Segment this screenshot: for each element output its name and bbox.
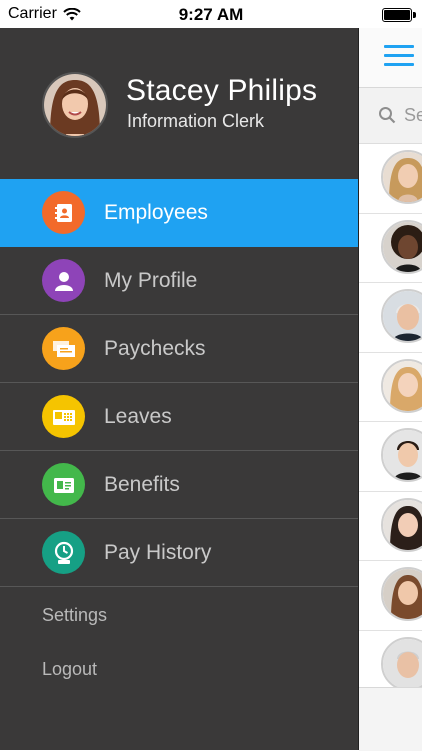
search-icon <box>379 107 396 124</box>
menu-item-pay-history[interactable]: Pay History <box>0 519 358 587</box>
employee-avatar <box>381 636 422 691</box>
employee-avatar <box>381 289 422 343</box>
menu-item-employees[interactable]: Employees <box>0 179 358 247</box>
employee-avatar <box>381 428 422 482</box>
bottom-toolbar <box>359 687 422 751</box>
list-item[interactable] <box>359 353 422 422</box>
menu-item-benefits[interactable]: Benefits <box>0 451 358 519</box>
menu-item-paychecks[interactable]: Paychecks <box>0 315 358 383</box>
list-item[interactable] <box>359 561 422 631</box>
logout-link[interactable]: Logout <box>42 659 97 680</box>
menu-label-pay-history: Pay History <box>104 540 212 564</box>
menu-label-employees: Employees <box>104 200 208 224</box>
person-icon <box>42 259 85 302</box>
clock-icon <box>42 531 85 574</box>
settings-link[interactable]: Settings <box>42 605 107 626</box>
list-item[interactable] <box>359 422 422 492</box>
list-item[interactable] <box>359 144 422 214</box>
list-item[interactable] <box>359 283 422 353</box>
menu-item-my-profile[interactable]: My Profile <box>0 247 358 315</box>
employee-avatar <box>381 150 422 204</box>
employee-list <box>359 144 422 699</box>
menu-label-my-profile: My Profile <box>104 268 198 292</box>
id-card-icon <box>42 463 85 506</box>
employee-avatar <box>381 567 422 621</box>
drawer-menu: Employees My Profile Paychecks Leaves Be… <box>0 179 358 587</box>
employee-avatar <box>381 219 422 274</box>
side-drawer: Stacey Philips Information Clerk Employe… <box>0 28 358 750</box>
employee-list-screen: Se <box>358 28 422 751</box>
battery-icon <box>382 8 416 22</box>
user-avatar[interactable] <box>42 72 108 138</box>
address-book-icon <box>42 191 85 234</box>
clock: 9:27 AM <box>178 5 244 24</box>
search-bar[interactable]: Se <box>359 88 422 144</box>
status-bar: Carrier 9:27 AM <box>0 0 422 28</box>
list-item[interactable] <box>359 214 422 283</box>
menu-item-leaves[interactable]: Leaves <box>0 383 358 451</box>
hamburger-menu-icon[interactable] <box>384 45 414 67</box>
employee-avatar <box>381 497 422 552</box>
search-placeholder: Se <box>404 105 422 125</box>
user-name: Stacey Philips <box>126 74 318 107</box>
nav-bar <box>359 28 422 88</box>
list-item[interactable] <box>359 492 422 561</box>
menu-label-leaves: Leaves <box>104 404 172 428</box>
paychecks-icon <box>42 327 85 370</box>
menu-label-benefits: Benefits <box>104 472 180 496</box>
user-profile-header[interactable]: Stacey Philips Information Clerk <box>0 28 358 180</box>
user-role: Information Clerk <box>127 111 265 131</box>
menu-label-paychecks: Paychecks <box>104 336 206 360</box>
employee-avatar <box>381 358 422 413</box>
calendar-icon <box>42 395 85 438</box>
